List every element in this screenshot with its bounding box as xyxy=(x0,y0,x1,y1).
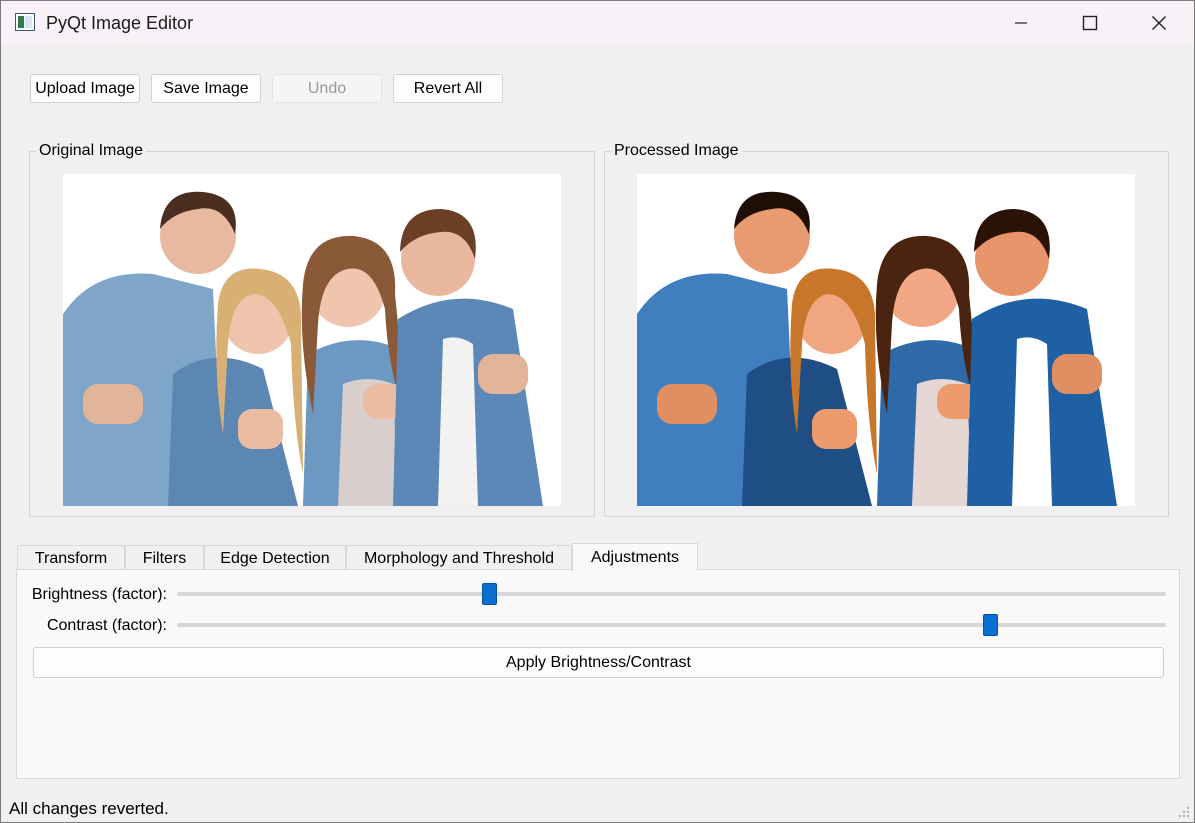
processed-image-view xyxy=(637,174,1135,506)
contrast-slider[interactable] xyxy=(177,614,1166,636)
apply-brightness-contrast-button[interactable]: Apply Brightness/Contrast xyxy=(33,647,1164,678)
maximize-button[interactable] xyxy=(1055,1,1125,45)
contrast-slider-handle[interactable] xyxy=(983,614,998,636)
original-image-group: Original Image xyxy=(29,142,595,517)
upload-image-button[interactable]: Upload Image xyxy=(30,74,140,103)
brightness-slider-handle[interactable] xyxy=(482,583,497,605)
processed-photo xyxy=(637,174,1135,506)
main-window: PyQt Image Editor Upload Image Save Imag… xyxy=(0,0,1195,823)
minimize-icon xyxy=(1015,22,1027,24)
minimize-button[interactable] xyxy=(986,1,1056,45)
status-bar-text: All changes reverted. xyxy=(9,799,169,818)
brightness-label: Brightness (factor): xyxy=(31,586,167,603)
tab-morphology-threshold[interactable]: Morphology and Threshold xyxy=(346,545,572,571)
size-grip-icon[interactable] xyxy=(1178,806,1190,818)
tab-filters[interactable]: Filters xyxy=(125,545,204,571)
tab-adjustments[interactable]: Adjustments xyxy=(572,543,698,571)
revert-all-button[interactable]: Revert All xyxy=(393,74,503,103)
save-image-button[interactable]: Save Image xyxy=(151,74,261,103)
brightness-slider[interactable] xyxy=(177,583,1166,605)
app-window-icon xyxy=(15,13,35,31)
tab-edge-detection[interactable]: Edge Detection xyxy=(204,545,346,571)
adjustments-panel: Brightness (factor): Contrast (factor): … xyxy=(16,569,1180,779)
undo-button[interactable]: Undo xyxy=(272,74,382,103)
processed-image-group: Processed Image xyxy=(604,142,1169,517)
tab-transform[interactable]: Transform xyxy=(17,545,125,571)
original-image-view xyxy=(63,174,561,506)
processed-image-title: Processed Image xyxy=(611,142,742,160)
title-bar[interactable]: PyQt Image Editor xyxy=(1,1,1194,45)
window-title: PyQt Image Editor xyxy=(46,13,194,33)
original-image-title: Original Image xyxy=(36,142,147,160)
contrast-label: Contrast (factor): xyxy=(46,617,167,634)
maximize-icon xyxy=(1082,15,1098,31)
close-icon xyxy=(1152,16,1166,30)
close-button[interactable] xyxy=(1124,1,1194,45)
original-photo xyxy=(63,174,561,506)
